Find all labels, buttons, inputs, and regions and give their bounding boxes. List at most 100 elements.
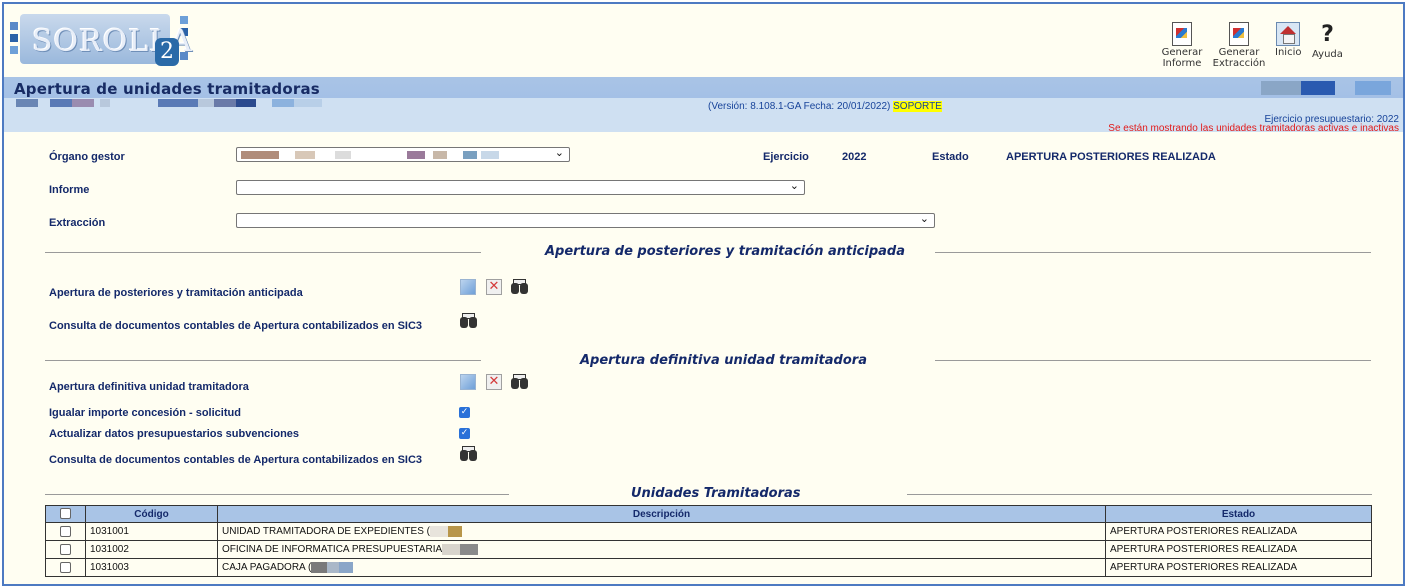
estado-cell: APERTURA POSTERIORES REALIZADA [1105, 540, 1372, 559]
ejercicio-value: 2022 [842, 151, 867, 163]
redacted-block [16, 99, 38, 107]
row-select-cell[interactable] [45, 540, 86, 559]
select-all-header[interactable] [45, 505, 86, 523]
descripcion-cell: CAJA PAGADORA ( [217, 558, 1106, 577]
estado-label: Estado [932, 151, 969, 163]
logo-number: 2 [155, 38, 179, 66]
column-header-codigo[interactable]: Código [85, 505, 218, 523]
consulta-sic3-label: Consulta de documentos contables de Aper… [49, 320, 423, 332]
estado-cell: APERTURA POSTERIORES REALIZADA [1105, 522, 1372, 541]
ayuda-button[interactable]: ? Ayuda [1312, 22, 1343, 60]
actualizar-datos-label: Actualizar datos presupuestarios subvenc… [49, 428, 300, 440]
redacted-block [442, 543, 461, 555]
redacted-block [72, 99, 94, 107]
estado-cell: APERTURA POSTERIORES REALIZADA [1105, 558, 1372, 577]
apertura-posteriores-label: Apertura de posteriores y tramitación an… [49, 287, 303, 299]
page-title: Apertura de unidades tramitadoras [14, 80, 320, 98]
generar-informe-button[interactable]: Generar Informe [1160, 22, 1204, 69]
redacted-block [272, 99, 294, 107]
redacted-block [198, 99, 214, 107]
cancel-icon[interactable]: ✕ [486, 374, 502, 390]
generar-extraccion-label: Generar Extracción [1212, 47, 1266, 69]
generar-informe-label: Generar Informe [1161, 47, 1203, 69]
descripcion-cell: OFICINA DE INFORMATICA PRESUPUESTARIA [217, 540, 1106, 559]
redacted-block [214, 99, 236, 107]
actualizar-datos-checkbox[interactable]: ✓ [459, 428, 470, 439]
descripcion-cell: UNIDAD TRAMITADORA DE EXPEDIENTES ( [217, 522, 1106, 541]
aviso-unidades: Se están mostrando las unidades tramitad… [1108, 123, 1399, 134]
row-select-cell[interactable] [45, 558, 86, 577]
section-divider [935, 252, 1371, 253]
section-title-definitiva: Apertura definitiva unidad tramitadora [580, 353, 867, 368]
section-divider [45, 252, 481, 253]
organo-gestor-select[interactable]: ⌄ [236, 146, 570, 162]
column-header-estado[interactable]: Estado [1105, 505, 1372, 523]
codigo-cell: 1031003 [85, 558, 218, 577]
redacted-block [294, 99, 322, 107]
section-divider [907, 494, 1372, 495]
home-icon [1276, 22, 1301, 46]
redacted-block [463, 151, 477, 159]
environment-badge: SOPORTE [893, 101, 942, 112]
informe-select[interactable]: ⌄ [236, 179, 805, 195]
redacted-block [335, 151, 351, 159]
igualar-importe-label: Igualar importe concesión - solicitud [49, 407, 241, 419]
binoculars-icon[interactable] [460, 313, 478, 329]
redacted-block [339, 561, 354, 573]
redacted-block [1301, 81, 1335, 95]
redacted-block [158, 99, 198, 107]
consulta-sic3-label-2: Consulta de documentos contables de Aper… [49, 454, 423, 466]
sorolla-logo: SOROLLA 2 [10, 12, 192, 68]
igualar-importe-checkbox[interactable]: ✓ [459, 407, 470, 418]
unidades-table: Código Descripción Estado 1031001 UNIDAD… [45, 505, 1372, 577]
accept-icon[interactable] [460, 279, 476, 295]
version-info: (Versión: 8.108.1-GA Fecha: 20/01/2022) … [708, 101, 942, 112]
table-row[interactable]: 1031003 CAJA PAGADORA ( APERTURA POSTERI… [45, 558, 1372, 577]
section-divider [935, 360, 1371, 361]
redacted-block [430, 525, 448, 537]
row-checkbox[interactable] [60, 561, 71, 573]
codigo-cell: 1031002 [85, 540, 218, 559]
extraccion-label: Extracción [49, 217, 106, 229]
generar-informe-icon [1172, 22, 1192, 46]
chevron-down-icon: ⌄ [554, 146, 564, 159]
redacted-block [236, 99, 256, 107]
generar-extraccion-button[interactable]: Generar Extracción [1212, 22, 1266, 69]
estado-value: APERTURA POSTERIORES REALIZADA [1006, 151, 1216, 163]
inicio-button[interactable]: Inicio [1275, 22, 1301, 58]
extraccion-select[interactable]: ⌄ [236, 212, 935, 228]
select-all-checkbox[interactable] [60, 508, 71, 520]
redacted-block [460, 543, 479, 555]
row-select-cell[interactable] [45, 522, 86, 541]
redacted-block [50, 99, 72, 107]
generar-extraccion-icon [1229, 22, 1249, 46]
redacted-block [433, 151, 447, 159]
redacted-block [1261, 81, 1301, 95]
redacted-block [1355, 81, 1391, 95]
binoculars-icon[interactable] [460, 446, 478, 462]
section-title-unidades: Unidades Tramitadoras [631, 486, 801, 501]
redacted-block [100, 99, 110, 107]
table-row[interactable]: 1031002 OFICINA DE INFORMATICA PRESUPUES… [45, 540, 1372, 559]
organo-gestor-label: Órgano gestor [49, 151, 125, 163]
cancel-icon[interactable]: ✕ [486, 279, 502, 295]
binoculars-icon[interactable] [511, 374, 529, 390]
section-divider [45, 360, 481, 361]
ayuda-label: Ayuda [1312, 49, 1343, 60]
section-title-posteriores: Apertura de posteriores y tramitación an… [545, 244, 905, 259]
row-checkbox[interactable] [60, 525, 71, 537]
codigo-cell: 1031001 [85, 522, 218, 541]
column-header-descripcion[interactable]: Descripción [217, 505, 1106, 523]
title-bar: Apertura de unidades tramitadoras [4, 77, 1403, 98]
redacted-block [295, 151, 315, 159]
redacted-block [327, 561, 340, 573]
help-icon: ? [1321, 22, 1334, 47]
redacted-block [448, 525, 462, 537]
binoculars-icon[interactable] [511, 279, 529, 295]
redacted-block [241, 151, 279, 159]
info-bar: (Versión: 8.108.1-GA Fecha: 20/01/2022) … [4, 98, 1403, 134]
chevron-down-icon: ⌄ [919, 212, 929, 225]
table-row[interactable]: 1031001 UNIDAD TRAMITADORA DE EXPEDIENTE… [45, 522, 1372, 541]
row-checkbox[interactable] [60, 543, 71, 555]
accept-icon[interactable] [460, 374, 476, 390]
